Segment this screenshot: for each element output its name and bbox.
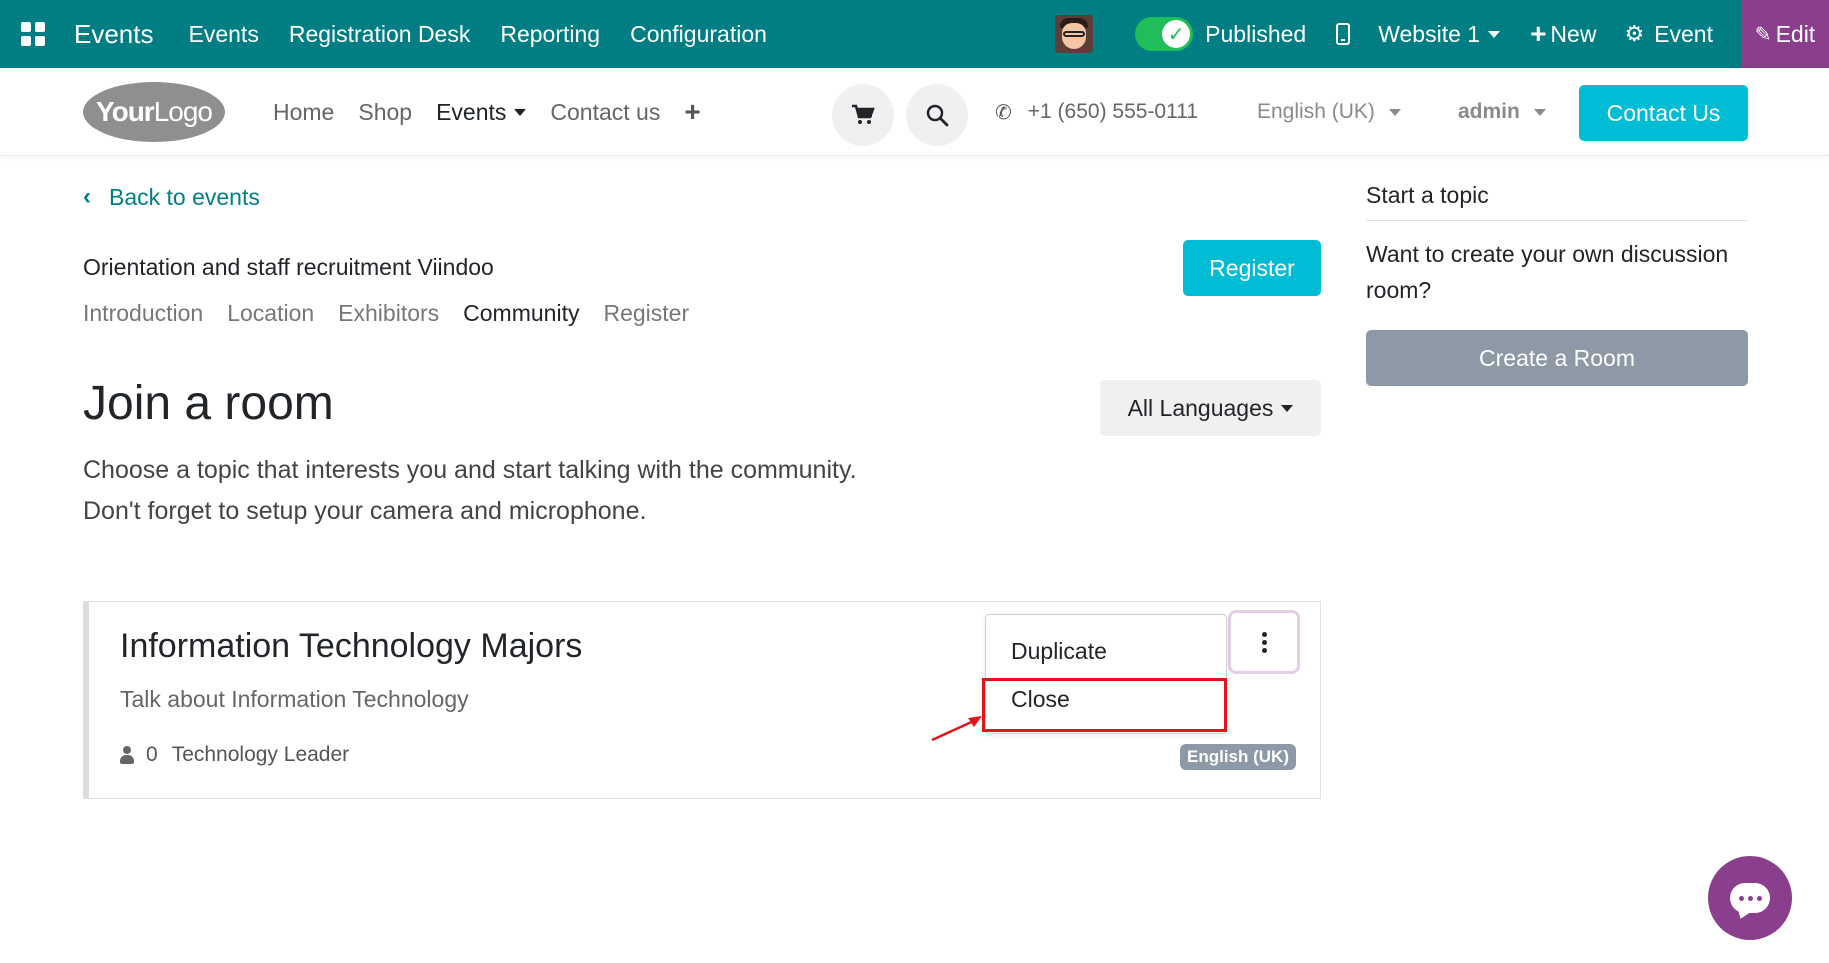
sidebar-description: Want to create your own discussion room?: [1366, 241, 1729, 303]
room-description: Talk about Information Technology: [120, 686, 469, 712]
room-language-badge: English (UK): [1180, 744, 1296, 770]
highlight-annotation-box: [982, 678, 1227, 732]
register-button[interactable]: Register: [1183, 240, 1321, 296]
publish-toggle[interactable]: ✓: [1135, 17, 1194, 51]
caret-down-icon: [1388, 108, 1401, 116]
sidebar-divider: [1366, 220, 1748, 221]
add-menu-item-icon[interactable]: +: [684, 96, 700, 128]
event-title: Orientation and staff recruitment Viindo…: [83, 254, 494, 280]
caret-down-icon: [1281, 404, 1294, 412]
description-line-1: Choose a topic that interests you and st…: [83, 456, 857, 484]
website-header: Your Logo Home Shop Events Contact us + ✆…: [0, 68, 1829, 156]
user-menu[interactable]: admin: [1458, 68, 1546, 156]
room-options-button[interactable]: [1228, 610, 1300, 674]
website-label: Website 1: [1378, 20, 1481, 47]
tab-register[interactable]: Register: [603, 300, 689, 327]
phone-number: +1 (650) 555-0111: [1027, 100, 1199, 123]
language-filter-label: All Languages: [1127, 394, 1274, 421]
event-settings-button[interactable]: ⚙ Event: [1624, 21, 1713, 48]
edit-button[interactable]: ✎ Edit: [1741, 0, 1829, 68]
nav-events[interactable]: Events: [436, 98, 527, 126]
language-selector[interactable]: English (UK): [1257, 68, 1401, 156]
menu-events[interactable]: Events: [189, 21, 259, 48]
language-filter-dropdown[interactable]: All Languages: [1100, 380, 1321, 436]
room-title[interactable]: Information Technology Majors: [120, 627, 582, 666]
nav-home[interactable]: Home: [273, 99, 334, 126]
kebab-dot: [1261, 647, 1267, 653]
page-title: Join a room: [83, 377, 334, 430]
livechat-button[interactable]: [1708, 856, 1792, 940]
event-label: Event: [1654, 20, 1713, 47]
menu-configuration[interactable]: Configuration: [630, 21, 767, 48]
event-subnav: Introduction Location Exhibitors Communi…: [83, 300, 713, 327]
search-icon: [926, 104, 949, 127]
nav-shop[interactable]: Shop: [358, 99, 412, 126]
description-line-2: Don't forget to setup your camera and mi…: [83, 497, 647, 525]
participant-count: 0: [146, 743, 158, 766]
room-meta: 0 Technology Leader: [120, 743, 349, 767]
new-label: New: [1550, 20, 1597, 47]
plus-icon: +: [1530, 18, 1547, 49]
annotation-arrow-icon: [931, 716, 982, 742]
nav-events-label: Events: [436, 98, 507, 125]
phone-contact[interactable]: ✆ +1 (650) 555-0111: [995, 68, 1198, 156]
kebab-dot: [1261, 639, 1267, 645]
back-link-label: Back to events: [109, 183, 260, 210]
sidebar-title: Start a topic: [1366, 182, 1489, 208]
page-description: Choose a topic that interests you and st…: [83, 450, 857, 532]
logo-text: Logo: [153, 96, 213, 127]
cart-icon: [852, 104, 875, 124]
chat-icon: [1730, 883, 1770, 913]
cart-button[interactable]: [832, 84, 894, 146]
caret-down-icon: [1533, 108, 1546, 116]
search-button[interactable]: [906, 84, 968, 146]
apps-grid-icon: [21, 22, 45, 46]
back-to-events-link[interactable]: ‹ Back to events: [83, 183, 260, 211]
menu-reporting[interactable]: Reporting: [500, 21, 600, 48]
user-icon: [120, 746, 134, 764]
website-selector[interactable]: Website 1: [1378, 20, 1501, 48]
user-avatar[interactable]: [1055, 15, 1094, 53]
contact-us-button[interactable]: Contact Us: [1579, 85, 1748, 141]
gear-icon: ⚙: [1624, 21, 1645, 46]
language-label: English (UK): [1257, 100, 1375, 123]
published-label[interactable]: Published: [1205, 21, 1306, 48]
create-room-button[interactable]: Create a Room: [1366, 330, 1748, 386]
chevron-left-icon: ‹: [83, 183, 91, 210]
room-target-audience: Technology Leader: [171, 743, 350, 766]
caret-down-icon: [514, 108, 527, 116]
tab-community[interactable]: Community: [463, 300, 579, 327]
nav-contact-us[interactable]: Contact us: [550, 99, 660, 126]
site-logo[interactable]: Your Logo: [83, 82, 225, 142]
tab-introduction[interactable]: Introduction: [83, 300, 203, 327]
mobile-preview-icon[interactable]: [1336, 23, 1351, 45]
new-content-button[interactable]: + New: [1530, 18, 1596, 50]
phone-icon: ✆: [995, 101, 1012, 124]
edit-label: Edit: [1775, 20, 1816, 47]
apps-menu-button[interactable]: [0, 0, 66, 68]
user-name: admin: [1458, 100, 1520, 123]
check-icon: ✓: [1162, 20, 1191, 48]
tab-location[interactable]: Location: [227, 300, 314, 327]
pencil-icon: ✎: [1754, 23, 1772, 46]
menu-registration-desk[interactable]: Registration Desk: [289, 21, 471, 48]
caret-down-icon: [1488, 30, 1501, 38]
tab-exhibitors[interactable]: Exhibitors: [338, 300, 439, 327]
admin-navbar: Events Events Registration Desk Reportin…: [0, 0, 1829, 68]
menu-item-duplicate[interactable]: Duplicate: [1011, 638, 1107, 665]
kebab-dot: [1261, 631, 1267, 637]
app-name[interactable]: Events: [74, 19, 154, 50]
site-nav: Home Shop Events Contact us +: [273, 68, 701, 156]
logo-bold-text: Your: [96, 96, 155, 127]
